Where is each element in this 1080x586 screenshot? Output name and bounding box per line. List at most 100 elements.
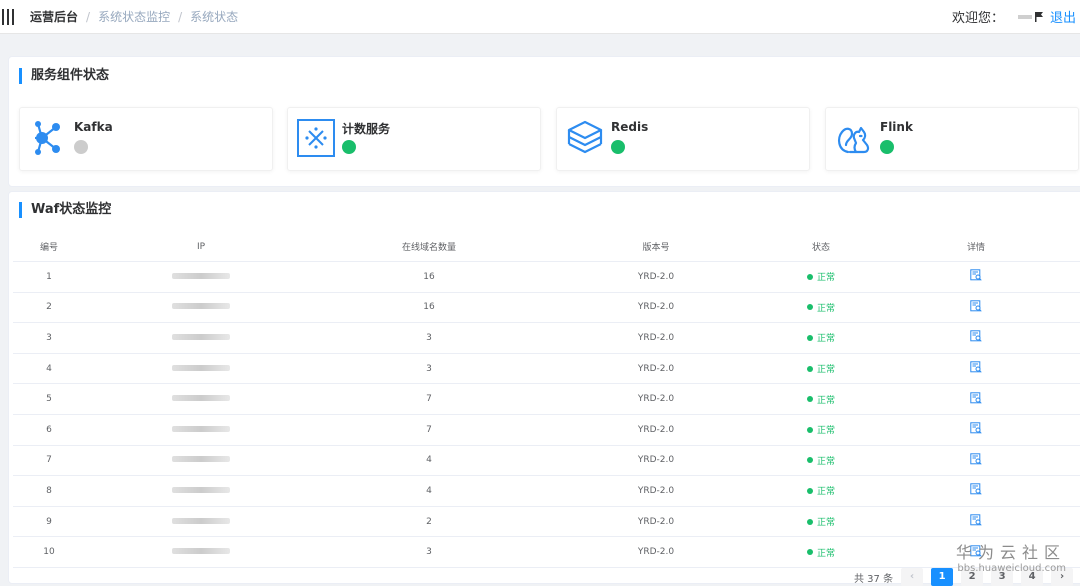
ip-redacted (172, 486, 230, 493)
breadcrumb-current: 系统状态 (190, 10, 239, 24)
service-name: Kafka (74, 120, 113, 134)
cell-version: YRD-2.0 (637, 424, 675, 435)
cell-detail (871, 453, 1080, 468)
table-row: 6 7 YRD-2.0 正常 (13, 415, 1080, 446)
cell-detail (871, 269, 1080, 284)
cell-status: 正常 (771, 270, 871, 283)
service-status-dot (74, 140, 88, 154)
ip-redacted (172, 303, 230, 310)
cell-ip-redacted (85, 486, 317, 496)
status-dot-icon (806, 549, 813, 556)
ip-redacted (172, 333, 230, 340)
breadcrumb-level2[interactable]: 系统状态监控 (98, 8, 170, 25)
status-text: 正常 (816, 426, 835, 437)
ip-redacted (172, 425, 230, 432)
cell-version: YRD-2.0 (637, 332, 675, 343)
service-name: Flink (880, 120, 913, 134)
cell-ip-redacted (85, 302, 317, 312)
service-kafka: Kafka (19, 107, 273, 171)
logout-link[interactable]: 退出 (1050, 7, 1076, 26)
cell-count: 3 (426, 547, 432, 558)
ip-redacted (172, 364, 230, 371)
detail-view-icon[interactable] (970, 361, 982, 373)
detail-view-icon[interactable] (970, 391, 982, 404)
cell-count: 7 (426, 394, 432, 405)
service-counter: 计数服务 (287, 107, 541, 171)
ip-redacted (172, 272, 230, 279)
cell-count: 3 (426, 332, 432, 343)
service-redis: Redis (556, 107, 810, 171)
breadcrumb-separator: / (86, 9, 91, 24)
table-row: 5 7 YRD-2.0 正常 (13, 384, 1080, 415)
table-row: 4 3 YRD-2.0 正常 (13, 354, 1080, 385)
status-dot-icon (806, 457, 813, 464)
cell-count: 2 (426, 516, 432, 527)
cell-version: YRD-2.0 (637, 302, 675, 313)
cell-no: 1 (46, 271, 52, 282)
status-dot-icon (806, 273, 813, 280)
status-text: 正常 (816, 334, 835, 345)
cell-status: 正常 (771, 454, 871, 467)
detail-view-icon[interactable] (970, 300, 982, 312)
detail-view-icon[interactable] (970, 422, 982, 434)
status-dot-icon (806, 518, 813, 525)
cell-version: YRD-2.0 (637, 363, 675, 374)
waf-table: 编号 IP 在线域名数量 版本号 状态 详情 1 16 YRD-2.0 正常 2 16 YR… (13, 232, 1080, 568)
pagination-prev-button[interactable]: ‹ (901, 568, 924, 586)
cell-version: YRD-2.0 (637, 485, 675, 496)
service-status-dot (880, 140, 894, 154)
status-badge: 正常 (806, 546, 835, 559)
cell-version: YRD-2.0 (637, 394, 675, 405)
table-row: 10 3 YRD-2.0 正常 (13, 537, 1080, 568)
detail-view-icon[interactable] (970, 269, 982, 281)
service-status-card: 服务组件状态 Kafka 计数服务 Redis Flink (8, 56, 1080, 187)
cell-ip-redacted (85, 394, 317, 404)
breadcrumb: 运营后台 / 系统状态监控 / 系统状态 (30, 8, 238, 25)
status-dot-icon (806, 334, 813, 341)
detail-view-icon[interactable] (970, 514, 982, 526)
cell-ip-redacted (85, 333, 317, 343)
service-status-dot (611, 140, 625, 154)
status-badge: 正常 (806, 362, 835, 376)
cell-status: 正常 (771, 423, 871, 436)
service-flink: Flink (825, 107, 1079, 171)
status-text: 正常 (816, 273, 835, 284)
cell-version: YRD-2.0 (637, 547, 675, 558)
table-row: 9 2 YRD-2.0 正常 (13, 507, 1080, 538)
status-text: 正常 (816, 303, 835, 314)
logout-icon[interactable] (1034, 11, 1044, 22)
status-text: 正常 (816, 548, 835, 559)
table-row: 2 16 YRD-2.0 正常 (13, 293, 1080, 324)
status-badge: 正常 (806, 393, 835, 406)
detail-view-icon[interactable] (970, 453, 982, 465)
status-badge: 正常 (806, 331, 835, 345)
status-text: 正常 (816, 365, 835, 376)
breadcrumb-root[interactable]: 运营后台 (30, 8, 78, 25)
username-redacted (1017, 14, 1032, 19)
menu-toggle-icon[interactable] (2, 8, 16, 25)
cell-status: 正常 (771, 393, 871, 406)
watermark-en: bbs.huaweicloud.com (957, 563, 1066, 574)
column-header-version: 版本号 (642, 243, 670, 253)
cell-version: YRD-2.0 (637, 455, 675, 466)
ip-redacted (172, 517, 230, 524)
table-body: 1 16 YRD-2.0 正常 2 16 YRD-2.0 正常 3 3 YRD-2.0 正常 4 3 YRD… (13, 262, 1080, 568)
cell-detail (871, 300, 1080, 315)
cell-ip-redacted (85, 272, 317, 282)
redis-icon (567, 120, 603, 154)
detail-view-icon[interactable] (970, 330, 982, 343)
cell-no: 4 (46, 363, 52, 374)
status-dot-icon (806, 487, 813, 494)
column-header-status: 状态 (811, 243, 830, 253)
pagination-page-1[interactable]: 1 (931, 568, 954, 586)
cell-detail (871, 514, 1080, 529)
cell-no: 5 (46, 394, 52, 405)
cell-count: 16 (423, 271, 435, 282)
status-badge: 正常 (806, 423, 835, 437)
breadcrumb-separator: / (178, 9, 183, 24)
cell-detail (871, 483, 1080, 498)
welcome-text: 欢迎您： (951, 11, 1004, 26)
detail-view-icon[interactable] (970, 483, 982, 496)
watermark: 华为云社区 bbs.huaweicloud.com (956, 539, 1066, 574)
cell-status: 正常 (771, 301, 871, 314)
